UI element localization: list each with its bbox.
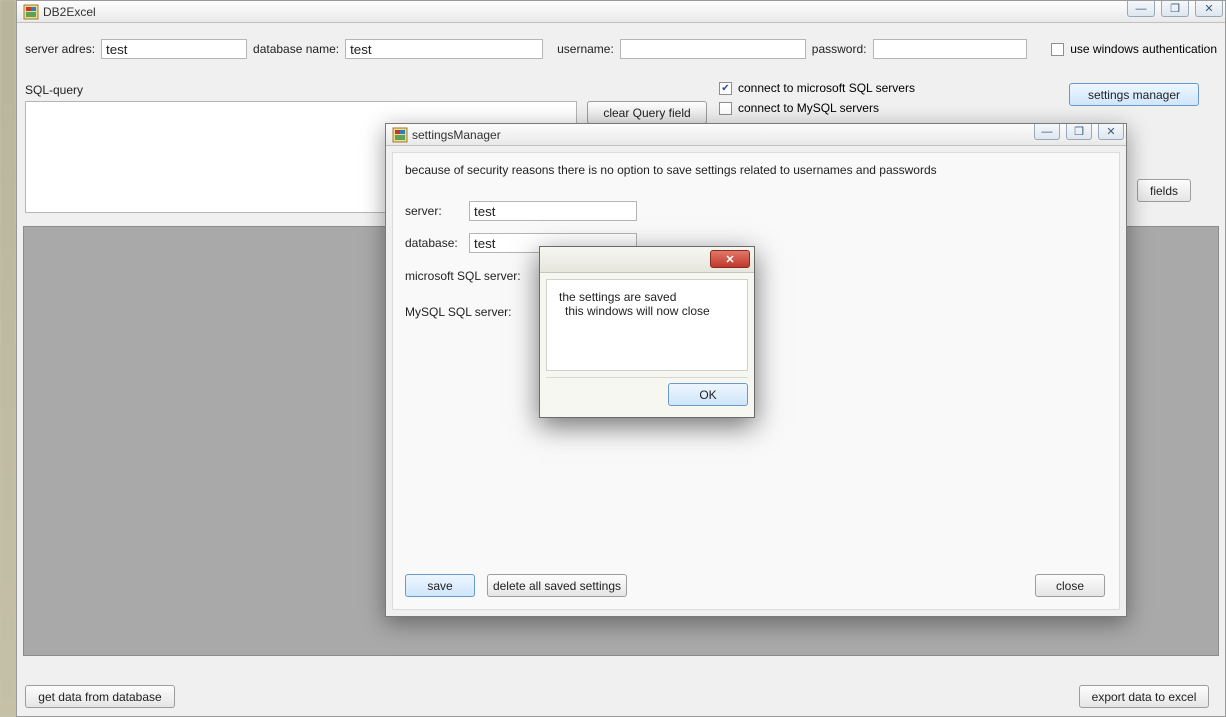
maximize-button[interactable]: ❐: [1066, 124, 1092, 140]
settings-right-buttons: close: [1035, 574, 1105, 597]
app-title: DB2Excel: [43, 5, 96, 19]
app-icon: [392, 127, 408, 143]
minimize-button[interactable]: —: [1034, 124, 1060, 140]
messagebox-line2: this windows will now close: [559, 304, 735, 318]
settings-manager-window: settingsManager — ❐ ✕ because of securit…: [385, 123, 1127, 617]
bottom-bar: get data from database export data to ex…: [25, 678, 1217, 708]
connect-mssql-label: connect to microsoft SQL servers: [738, 81, 915, 95]
mssql-label: microsoft SQL server:: [405, 269, 521, 283]
checkbox-icon: [1051, 43, 1064, 56]
database-name-input[interactable]: [345, 39, 543, 59]
messagebox-titlebar[interactable]: ✕: [540, 247, 754, 273]
clear-query-button[interactable]: clear Query field: [587, 101, 707, 124]
close-settings-button[interactable]: close: [1035, 574, 1105, 597]
sql-query-label: SQL-query: [25, 83, 83, 97]
minimize-button[interactable]: —: [1127, 1, 1155, 17]
save-button[interactable]: save: [405, 574, 475, 597]
close-button[interactable]: ✕: [1195, 1, 1223, 17]
connect-mssql-checkbox[interactable]: ✔ connect to microsoft SQL servers: [719, 81, 915, 95]
close-settings-label: close: [1056, 579, 1084, 593]
server-adres-label: server adres:: [25, 42, 95, 56]
messagebox: ✕ the settings are saved this windows wi…: [539, 246, 755, 418]
minimize-icon: —: [1136, 3, 1147, 15]
settings-left-buttons: save delete all saved settings: [405, 574, 627, 597]
settings-client: because of security reasons there is no …: [392, 152, 1120, 610]
fields-label: fields: [1150, 184, 1178, 198]
server-adres-input[interactable]: [101, 39, 247, 59]
database-label: database:: [405, 236, 457, 250]
ok-button[interactable]: OK: [668, 383, 748, 406]
app-icon: [23, 4, 39, 20]
messagebox-line1: the settings are saved: [559, 290, 735, 304]
close-icon: ✕: [725, 253, 734, 266]
ok-label: OK: [699, 388, 716, 402]
server-label: server:: [405, 204, 457, 218]
checkbox-icon: [719, 102, 732, 115]
fields-button[interactable]: fields: [1137, 179, 1191, 202]
mysql-label: MySQL SQL server:: [405, 305, 511, 319]
username-label: username:: [557, 42, 614, 56]
password-label: password:: [812, 42, 867, 56]
messagebox-body: the settings are saved this windows will…: [546, 279, 748, 371]
windows-auth-checkbox[interactable]: use windows authentication: [1051, 42, 1217, 56]
get-data-button[interactable]: get data from database: [25, 685, 175, 708]
password-input[interactable]: [873, 39, 1027, 59]
windows-auth-label: use windows authentication: [1070, 42, 1217, 56]
background-strip: [0, 0, 16, 717]
save-label: save: [427, 579, 452, 593]
maximize-icon: ❐: [1170, 2, 1180, 15]
connect-mysql-checkbox[interactable]: connect to MySQL servers: [719, 101, 915, 115]
maximize-button[interactable]: ❐: [1161, 1, 1189, 17]
settings-title: settingsManager: [412, 128, 501, 142]
settings-window-controls: — ❐ ✕: [1034, 124, 1124, 140]
titlebar[interactable]: DB2Excel — ❐ ✕: [17, 1, 1225, 23]
checkbox-icon: ✔: [719, 82, 732, 95]
get-data-label: get data from database: [38, 690, 161, 704]
delete-all-label: delete all saved settings: [493, 579, 621, 593]
delete-all-button[interactable]: delete all saved settings: [487, 574, 627, 597]
connection-row: server adres: database name: username: p…: [25, 39, 1217, 59]
close-button[interactable]: ✕: [1098, 124, 1124, 140]
connection-checkbox-group: ✔ connect to microsoft SQL servers conne…: [719, 81, 915, 115]
server-input[interactable]: [469, 201, 637, 221]
settings-manager-label: settings manager: [1088, 88, 1180, 102]
window-controls: — ❐ ✕: [1127, 1, 1223, 17]
close-icon: ✕: [1204, 2, 1213, 15]
export-excel-label: export data to excel: [1092, 690, 1197, 704]
messagebox-close-button[interactable]: ✕: [710, 250, 750, 268]
maximize-icon: ❐: [1074, 125, 1084, 138]
server-row: server:: [405, 201, 637, 221]
close-icon: ✕: [1106, 125, 1115, 138]
settings-titlebar[interactable]: settingsManager — ❐ ✕: [386, 124, 1126, 146]
minimize-icon: —: [1042, 126, 1053, 138]
messagebox-button-row: OK: [546, 377, 748, 411]
export-excel-button[interactable]: export data to excel: [1079, 685, 1209, 708]
username-input[interactable]: [620, 39, 806, 59]
connect-mysql-label: connect to MySQL servers: [738, 101, 879, 115]
clear-query-label: clear Query field: [603, 106, 690, 120]
security-note: because of security reasons there is no …: [405, 163, 937, 177]
settings-manager-button[interactable]: settings manager: [1069, 83, 1199, 106]
database-name-label: database name:: [253, 42, 339, 56]
